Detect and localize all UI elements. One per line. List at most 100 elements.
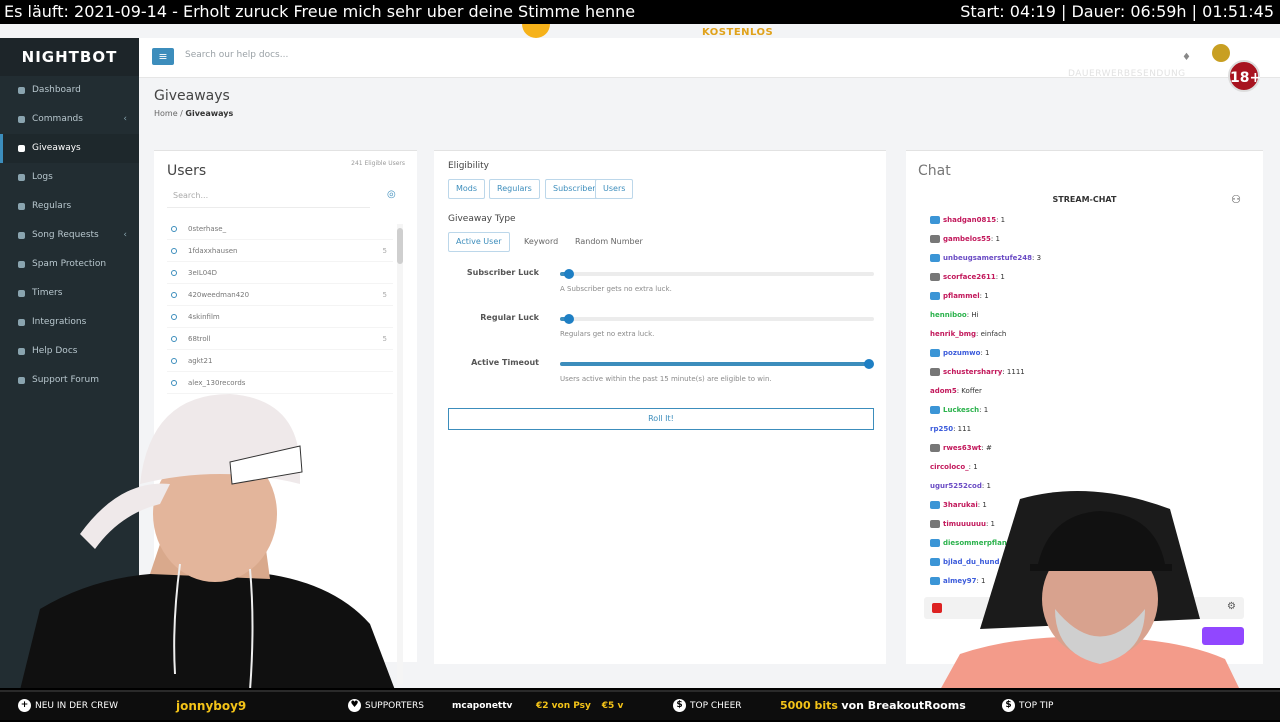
chat-username[interactable]: gambelos55 [943, 235, 991, 243]
subscriber-badge-icon [930, 406, 940, 414]
chat-username[interactable]: unbeugsamerstufe248 [943, 254, 1032, 262]
help-search-input[interactable]: Search our help docs... [185, 50, 288, 60]
sidebar-item-commands[interactable]: Commands ‹ [0, 105, 139, 134]
supporter-amount-1: €2 von Psy [536, 701, 591, 711]
type-random-number-button[interactable]: Random Number [567, 232, 651, 252]
badge-icon [930, 273, 940, 281]
sun-logo-icon [522, 24, 550, 38]
chevron-left-icon: ‹ [123, 230, 127, 240]
plug-icon [18, 319, 25, 326]
subscriber-badge-icon [930, 216, 940, 224]
chat-username[interactable]: Luckesch [943, 406, 979, 414]
stream-status-bar: Es läuft: 2021-09-14 - Erholt zuruck Fre… [0, 0, 1280, 24]
new-crew-label: NEU IN DER CREW [35, 701, 118, 711]
chat-text: : 1 [980, 349, 990, 357]
slider-label: Regular Luck [480, 313, 539, 322]
users-search-input[interactable]: Search... [167, 184, 370, 208]
sidebar-item-integrations[interactable]: Integrations [0, 308, 139, 337]
sidebar-item-regulars[interactable]: Regulars [0, 192, 139, 221]
sidebar-nav: Dashboard Commands ‹ Giveaways Logs Regulars S… [0, 76, 139, 395]
chat-username[interactable]: shadgan0815 [943, 216, 996, 224]
sidebar-item-help-docs[interactable]: Help Docs [0, 337, 139, 366]
top-cheer-value: 5000 bits von BreakoutRooms [780, 692, 966, 722]
eligibility-title: Eligibility [448, 161, 489, 171]
users-icon[interactable]: ⚇ [1231, 193, 1241, 206]
gift-icon [18, 145, 25, 152]
avatar[interactable] [1212, 44, 1230, 62]
sidebar-item-label: Integrations [32, 317, 87, 327]
sidebar-item-label: Dashboard [32, 85, 81, 95]
list-item[interactable]: 68troll 5 [167, 328, 393, 350]
slider-hint: Users active within the past 15 minute(s… [560, 375, 772, 383]
list-item[interactable]: 3eIL04D [167, 262, 393, 284]
new-crew-section: + NEU IN DER CREW [18, 692, 118, 722]
eligibility-users-button[interactable]: Users [595, 179, 634, 199]
list-item[interactable]: 1fdaxxhausen 5 [167, 240, 393, 262]
subscriber-badge-icon [930, 254, 940, 262]
chat-username[interactable]: scorface2611 [943, 273, 996, 281]
chat-text: : 1 [968, 463, 978, 471]
supporter-amount-2: €5 v [601, 701, 624, 711]
chat-username[interactable]: pozumwo [943, 349, 980, 357]
subscriber-badge-icon [930, 349, 940, 357]
scrollbar-thumb[interactable] [397, 228, 403, 264]
stream-chat-label: STREAM-CHAT [1052, 195, 1117, 204]
chat-message: rp250: 111 [930, 420, 1250, 439]
chat-username[interactable]: pflammel [943, 292, 980, 300]
user-name: 1fdaxxhausen [188, 247, 238, 255]
chat-username[interactable]: henniboo [930, 311, 967, 319]
star-icon [18, 203, 25, 210]
subscriber-badge-icon [930, 558, 940, 566]
user-entries: 5 [382, 335, 387, 343]
nightbot-logo[interactable]: NIGHTBOT [0, 38, 139, 76]
sidebar-item-spam-protection[interactable]: Spam Protection [0, 250, 139, 279]
list-item[interactable]: agkt21 [167, 350, 393, 372]
sidebar-item-logs[interactable]: Logs [0, 163, 139, 192]
slider-handle[interactable] [864, 359, 874, 369]
user-status-icon [171, 226, 177, 232]
breadcrumb-home[interactable]: Home [154, 109, 178, 118]
chat-username[interactable]: henrik_bmg [930, 330, 976, 338]
chat-username[interactable]: rwes63wt [943, 444, 981, 452]
type-keyword-button[interactable]: Keyword [516, 232, 567, 252]
heart-icon: ♥ [348, 699, 361, 712]
users-title: Users [167, 163, 207, 179]
eligibility-regulars-button[interactable]: Regulars [489, 179, 540, 199]
slider-handle[interactable] [564, 269, 574, 279]
sidebar-item-label: Spam Protection [32, 259, 107, 269]
list-item[interactable]: 420weedman420 5 [167, 284, 393, 306]
chat-username[interactable]: adom5 [930, 387, 957, 395]
sidebar-item-label: Commands [32, 114, 83, 124]
sidebar-item-label: Giveaways [32, 143, 81, 153]
sidebar-item-label: Logs [32, 172, 53, 182]
luck-slider[interactable] [560, 269, 874, 279]
eligibility-mods-button[interactable]: Mods [448, 179, 486, 199]
shield-icon [18, 261, 25, 268]
slider-handle[interactable] [564, 314, 574, 324]
target-icon[interactable]: ◎ [387, 189, 396, 200]
dollar-icon: $ [1002, 699, 1015, 712]
chat-username[interactable]: circoloco_ [930, 463, 969, 471]
type-active-user-button[interactable]: Active User [448, 232, 510, 252]
bell-icon[interactable]: ♦ [1182, 52, 1191, 63]
sidebar-item-label: Help Docs [32, 346, 78, 356]
chat-username[interactable]: schustersharry [943, 368, 1002, 376]
supporters-label: SUPPORTERS [365, 701, 424, 711]
list-item[interactable]: 0sterhase_ [167, 218, 393, 240]
luck-slider[interactable] [560, 359, 874, 369]
pencil-icon [18, 116, 25, 123]
luck-slider[interactable] [560, 314, 874, 324]
users-list: 0sterhase_ 1fdaxxhausen 5 3eIL04D 420weedman… [167, 218, 393, 394]
list-item[interactable]: 4skinfilm [167, 306, 393, 328]
chat-title: Chat [918, 163, 951, 179]
sidebar-item-song-requests[interactable]: Song Requests ‹ [0, 221, 139, 250]
menu-toggle-button[interactable]: ≡ [152, 48, 174, 65]
sidebar-item-giveaways[interactable]: Giveaways [0, 134, 139, 163]
sidebar-item-timers[interactable]: Timers [0, 279, 139, 308]
chat-username[interactable]: rp250 [930, 425, 953, 433]
sidebar-item-label: Timers [32, 288, 63, 298]
chat-text: : 1 [979, 406, 989, 414]
roll-it-button[interactable]: Roll It! [448, 408, 874, 430]
supporters-section: ♥ SUPPORTERS [348, 692, 424, 722]
sidebar-item-dashboard[interactable]: Dashboard [0, 76, 139, 105]
